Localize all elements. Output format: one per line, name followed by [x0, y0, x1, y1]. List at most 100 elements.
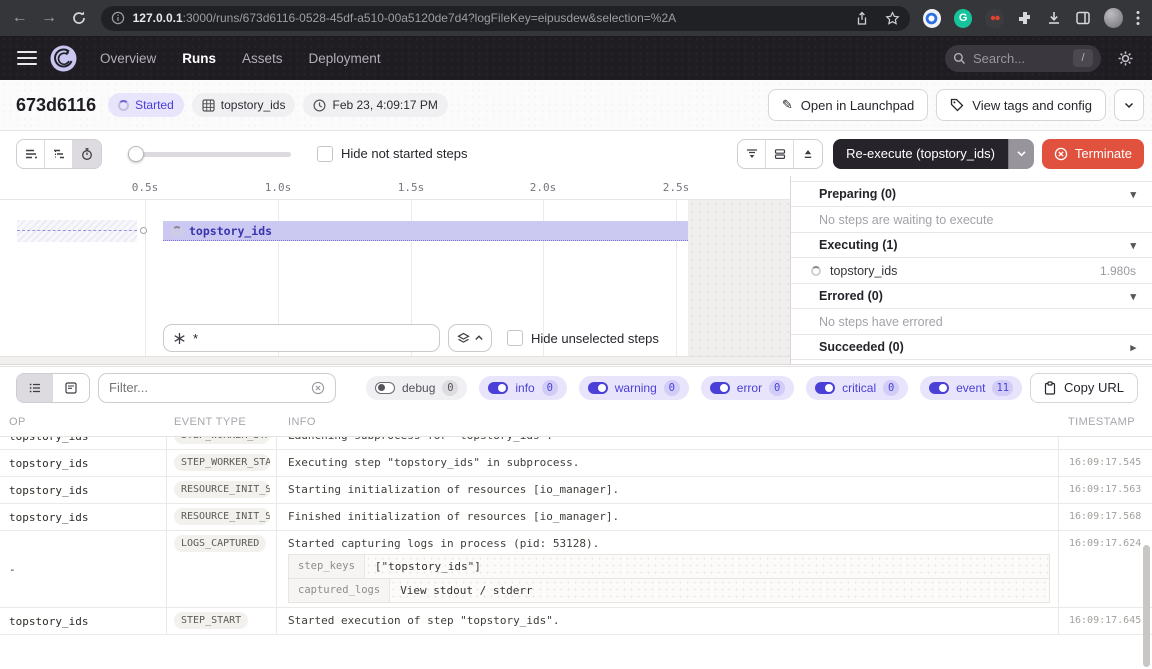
- log-view-mode-group: [16, 373, 90, 403]
- graph-layers-button[interactable]: [448, 324, 492, 352]
- view-timed-icon[interactable]: [73, 140, 101, 168]
- gantt-toolbar: Hide not started steps Re-execute (topst…: [0, 131, 1152, 176]
- level-count-badge: 11: [992, 380, 1013, 396]
- search-placeholder: Search...: [973, 51, 1073, 66]
- log-row[interactable]: topstory_ids RESOURCE_INIT_SUCC… Finishe…: [0, 504, 1152, 531]
- view-tags-config-button[interactable]: View tags and config: [936, 89, 1106, 121]
- extension-icon[interactable]: [985, 9, 1003, 28]
- dagster-logo[interactable]: [50, 45, 77, 72]
- level-toggle-info[interactable]: info 0: [479, 376, 566, 400]
- level-count-badge: 0: [883, 380, 899, 396]
- pencil-icon: ✎: [782, 97, 793, 113]
- hide-not-started-checkbox[interactable]: Hide not started steps: [317, 146, 467, 162]
- col-header-op: OP: [0, 416, 167, 428]
- hamburger-menu-icon[interactable]: [17, 47, 37, 69]
- nav-item-assets[interactable]: Assets: [242, 51, 283, 66]
- gantt-hscroll-track[interactable]: [0, 356, 790, 364]
- global-search[interactable]: Search... /: [945, 45, 1101, 72]
- log-row[interactable]: topstory_ids STEP_WORKER_STARTI… Launchi…: [0, 437, 1152, 450]
- rows-icon[interactable]: [766, 140, 794, 168]
- pending-step-box[interactable]: [17, 220, 137, 242]
- reexecute-split-button: Re-execute (topstory_ids): [833, 139, 1034, 169]
- browser-reload-icon[interactable]: [71, 10, 87, 26]
- log-row[interactable]: topstory_ids RESOURCE_INIT_STAR… Startin…: [0, 477, 1152, 504]
- step-selection-value[interactable]: [193, 331, 430, 346]
- gantt-step-bar[interactable]: topstory_ids: [163, 221, 688, 241]
- caret-down-icon: ▾: [1130, 188, 1136, 201]
- level-toggle-event[interactable]: event 11: [920, 376, 1022, 400]
- tag-icon: [950, 98, 964, 112]
- log-row-controls-group: [737, 139, 823, 169]
- log-row[interactable]: topstory_ids STEP_WORKER_STARTED Executi…: [0, 450, 1152, 477]
- open-in-launchpad-button[interactable]: ✎ Open in Launchpad: [768, 89, 928, 121]
- checkbox-icon[interactable]: [317, 146, 333, 162]
- browser-menu-icon[interactable]: [1136, 10, 1140, 26]
- side-panel-icon[interactable]: [1075, 10, 1091, 26]
- browser-chrome: ← → 127.0.0.1:3000/runs/673d6116-0528-45…: [0, 0, 1152, 36]
- copy-url-button[interactable]: Copy URL: [1030, 373, 1138, 403]
- nav-item-runs[interactable]: Runs: [182, 51, 216, 66]
- log-view-raw-icon[interactable]: [53, 374, 89, 402]
- axis-tick: 2.0s: [530, 181, 557, 194]
- log-filter-input-wrap[interactable]: [98, 373, 336, 403]
- terminate-button[interactable]: Terminate: [1042, 139, 1144, 169]
- section-preparing-empty: No steps are waiting to execute: [791, 206, 1152, 232]
- log-metadata-table: step_keys ["topstory_ids"] captured_logs…: [288, 555, 1050, 603]
- collapse-filter-icon[interactable]: [738, 140, 766, 168]
- bookmark-star-icon[interactable]: [885, 11, 900, 26]
- log-row[interactable]: - LOGS_CAPTURED Started capturing logs i…: [0, 531, 1152, 608]
- password-extension-icon[interactable]: [923, 9, 941, 28]
- log-scrollbar-thumb[interactable]: [1143, 545, 1150, 667]
- layers-icon: [457, 332, 470, 345]
- step-selection-input[interactable]: [163, 324, 440, 352]
- site-info-icon[interactable]: [111, 11, 125, 25]
- checkbox-icon[interactable]: [507, 330, 523, 346]
- browser-forward-icon[interactable]: →: [39, 9, 58, 27]
- job-name-tag[interactable]: topstory_ids: [192, 93, 296, 117]
- settings-gear-icon[interactable]: [1117, 50, 1134, 67]
- level-toggle-debug[interactable]: debug 0: [366, 376, 467, 400]
- spinner-icon: [172, 226, 182, 236]
- run-actions-dropdown-button[interactable]: [1114, 89, 1144, 121]
- section-errored[interactable]: Errored (0)▾: [791, 283, 1152, 308]
- extensions-puzzle-icon[interactable]: [1017, 10, 1033, 26]
- spinner-icon: [118, 100, 129, 111]
- gantt-zoom-slider[interactable]: [128, 146, 291, 162]
- reexecute-button[interactable]: Re-execute (topstory_ids): [833, 139, 1008, 169]
- section-succeeded[interactable]: Succeeded (0)▸: [791, 334, 1152, 359]
- browser-back-icon[interactable]: ←: [10, 9, 29, 27]
- step-elapsed-time: 1.980s: [1100, 264, 1136, 278]
- run-id: 673d6116: [16, 95, 96, 116]
- reexecute-dropdown[interactable]: [1008, 139, 1034, 169]
- caret-right-icon: ▸: [1130, 341, 1136, 354]
- grammarly-extension-icon[interactable]: G: [954, 9, 972, 28]
- log-filter-input[interactable]: [109, 380, 311, 395]
- nav-item-overview[interactable]: Overview: [100, 51, 156, 66]
- captured-logs-link[interactable]: View stdout / stderr: [390, 579, 1049, 602]
- gantt-canvas[interactable]: topstory_ids Hide unselected steps: [0, 200, 790, 356]
- downloads-icon[interactable]: [1046, 10, 1062, 26]
- view-flat-icon[interactable]: [17, 140, 45, 168]
- level-toggle-warning[interactable]: warning 0: [579, 376, 689, 400]
- log-view-table-icon[interactable]: [17, 374, 53, 402]
- axis-tick: 0.5s: [132, 181, 159, 194]
- log-row[interactable]: topstory_ids STEP_START Started executio…: [0, 608, 1152, 635]
- slider-knob[interactable]: [128, 146, 144, 162]
- log-table-body[interactable]: topstory_ids STEP_WORKER_STARTI… Launchi…: [0, 437, 1152, 669]
- executing-step-row[interactable]: topstory_ids 1.980s: [791, 257, 1152, 283]
- browser-profile-avatar[interactable]: [1104, 8, 1123, 28]
- level-toggle-error[interactable]: error 0: [701, 376, 794, 400]
- section-executing[interactable]: Executing (1)▾: [791, 232, 1152, 257]
- address-bar[interactable]: 127.0.0.1:3000/runs/673d6116-0528-45df-a…: [101, 6, 910, 31]
- level-toggle-critical[interactable]: critical 0: [806, 376, 908, 400]
- toggle-icon: [588, 382, 608, 394]
- view-waterfall-icon[interactable]: [45, 140, 73, 168]
- eject-collapse-icon[interactable]: [794, 140, 822, 168]
- section-preparing[interactable]: Preparing (0)▾: [791, 181, 1152, 206]
- col-header-event-type: EVENT TYPE: [167, 416, 277, 428]
- hide-unselected-checkbox[interactable]: Hide unselected steps: [507, 330, 659, 346]
- nav-item-deployment[interactable]: Deployment: [309, 51, 381, 66]
- chevron-down-icon: [1016, 148, 1027, 159]
- share-icon[interactable]: [855, 11, 869, 26]
- clear-filter-icon[interactable]: [311, 381, 325, 395]
